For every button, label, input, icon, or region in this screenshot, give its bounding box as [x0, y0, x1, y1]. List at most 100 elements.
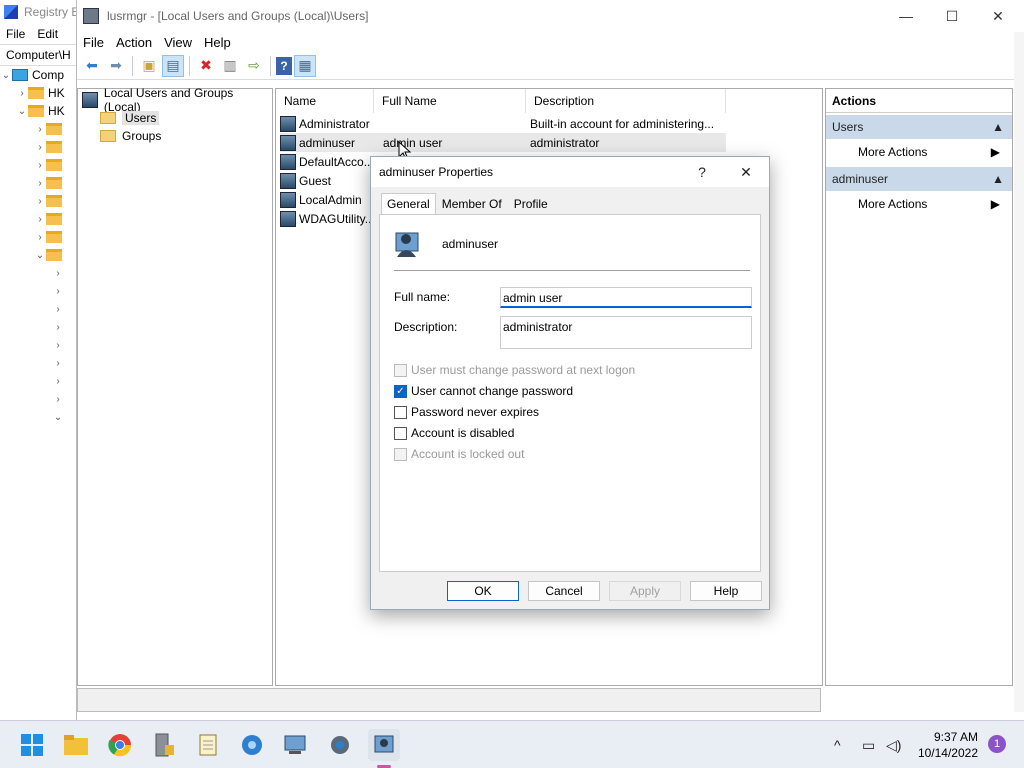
- help-icon[interactable]: ?: [276, 56, 292, 75]
- password-never-expires-checkbox[interactable]: Password never expires: [394, 404, 539, 420]
- registry-tree-hk1[interactable]: › HK: [0, 84, 80, 102]
- chevron-right-icon[interactable]: ›: [34, 142, 46, 153]
- tree-root[interactable]: Local Users and Groups (Local): [78, 86, 272, 114]
- chevron-right-icon[interactable]: ›: [16, 88, 28, 99]
- vertical-scrollbar[interactable]: [1014, 32, 1024, 712]
- chevron-right-icon[interactable]: ›: [52, 268, 64, 279]
- table-row[interactable]: Administrator Built-in account for admin…: [280, 114, 726, 133]
- registry-tree-subkey[interactable]: ›: [0, 120, 80, 138]
- chevron-down-icon[interactable]: ⌄: [0, 70, 12, 81]
- chevron-right-icon[interactable]: ›: [52, 286, 64, 297]
- registry-title-bar[interactable]: Registry E: [0, 0, 80, 24]
- registry-tree-subkey[interactable]: ›: [0, 336, 80, 354]
- cannot-change-password-checkbox[interactable]: ✓ User cannot change password: [394, 383, 573, 399]
- registry-tree-subkey[interactable]: ›: [0, 174, 80, 192]
- registry-tree-computer[interactable]: ⌄ Comp: [0, 66, 80, 84]
- tree-item-groups[interactable]: Groups: [78, 127, 272, 145]
- registry-menu-file[interactable]: File: [6, 27, 25, 41]
- forward-icon[interactable]: ➡: [105, 55, 127, 77]
- full-name-field[interactable]: admin user: [500, 287, 752, 308]
- registry-tree-subkey[interactable]: ›: [0, 138, 80, 156]
- collapse-icon[interactable]: ▲: [992, 120, 1004, 134]
- registry-tree-subkey[interactable]: ›: [0, 210, 80, 228]
- chevron-up-icon[interactable]: ^: [834, 735, 841, 755]
- chrome-icon[interactable]: [104, 729, 136, 761]
- help-button[interactable]: Help: [690, 581, 762, 601]
- chevron-right-icon[interactable]: ›: [52, 394, 64, 405]
- chevron-down-icon[interactable]: ⌄: [34, 250, 46, 261]
- delete-icon[interactable]: ✖: [195, 55, 217, 77]
- menu-view[interactable]: View: [158, 35, 198, 50]
- registry-tree-subkey[interactable]: ⌄: [0, 408, 80, 426]
- window-title-bar[interactable]: lusrmgr - [Local Users and Groups (Local…: [77, 0, 1024, 32]
- column-header-description[interactable]: Description: [526, 89, 726, 113]
- network-status-icon[interactable]: ▭: [862, 735, 875, 755]
- dialog-help-icon[interactable]: ?: [687, 161, 717, 183]
- action-pane-icon[interactable]: ▦: [294, 54, 316, 77]
- file-explorer-icon[interactable]: [60, 729, 92, 761]
- registry-tree-subkey[interactable]: ›: [0, 300, 80, 318]
- chevron-down-icon[interactable]: ⌄: [16, 106, 28, 117]
- computer-management-icon[interactable]: [280, 729, 312, 761]
- close-icon[interactable]: ✕: [975, 0, 1021, 32]
- tab-general[interactable]: General: [381, 193, 436, 215]
- network-icon[interactable]: [236, 729, 268, 761]
- ok-button[interactable]: OK: [447, 581, 519, 601]
- chevron-down-icon[interactable]: ⌄: [52, 412, 64, 423]
- table-row[interactable]: adminuser admin user administrator: [280, 133, 726, 152]
- actions-section-users[interactable]: Users ▲: [826, 115, 1012, 139]
- minimize-icon[interactable]: —: [883, 0, 929, 32]
- registry-tree-subkey[interactable]: ›: [0, 282, 80, 300]
- start-icon[interactable]: [16, 729, 48, 761]
- apply-button[interactable]: Apply: [609, 581, 681, 601]
- account-locked-out-checkbox[interactable]: Account is locked out: [394, 446, 524, 462]
- notification-badge[interactable]: 1: [988, 735, 1006, 753]
- chevron-right-icon[interactable]: ›: [34, 196, 46, 207]
- registry-tree-subkey[interactable]: ›: [0, 264, 80, 282]
- chevron-right-icon[interactable]: ›: [34, 232, 46, 243]
- cancel-button[interactable]: Cancel: [528, 581, 600, 601]
- more-actions-adminuser[interactable]: More Actions ▶: [826, 191, 1012, 217]
- chevron-right-icon[interactable]: ›: [34, 178, 46, 189]
- chevron-right-icon[interactable]: ›: [52, 358, 64, 369]
- chevron-right-icon[interactable]: ›: [34, 160, 46, 171]
- registry-tree-subkey[interactable]: ⌄: [0, 246, 80, 264]
- registry-tree-subkey[interactable]: ›: [0, 390, 80, 408]
- registry-tree-subkey[interactable]: ›: [0, 192, 80, 210]
- registry-tree-subkey[interactable]: ›: [0, 354, 80, 372]
- registry-address-bar[interactable]: Computer\H: [0, 44, 80, 66]
- column-header-full-name[interactable]: Full Name: [374, 89, 526, 113]
- menu-file[interactable]: File: [77, 35, 110, 50]
- up-folder-icon[interactable]: ▣: [138, 55, 160, 77]
- description-field[interactable]: administrator: [500, 316, 752, 349]
- actions-section-adminuser[interactable]: adminuser ▲: [826, 167, 1012, 191]
- back-icon[interactable]: ⬅: [81, 55, 103, 77]
- registry-menu-edit[interactable]: Edit: [37, 27, 58, 41]
- menu-action[interactable]: Action: [110, 35, 158, 50]
- show-tree-icon[interactable]: ▤: [162, 54, 184, 77]
- export-icon[interactable]: ⇨: [243, 55, 265, 77]
- chevron-right-icon[interactable]: ›: [52, 376, 64, 387]
- chevron-right-icon[interactable]: ›: [34, 214, 46, 225]
- dialog-close-icon[interactable]: ✕: [731, 161, 761, 183]
- server-manager-icon[interactable]: [148, 729, 180, 761]
- chevron-right-icon[interactable]: ›: [52, 322, 64, 333]
- chevron-right-icon[interactable]: ›: [34, 124, 46, 135]
- maximize-icon[interactable]: ☐: [929, 0, 975, 32]
- menu-help[interactable]: Help: [198, 35, 237, 50]
- must-change-password-checkbox[interactable]: User must change password at next logon: [394, 362, 635, 378]
- chevron-right-icon[interactable]: ›: [52, 304, 64, 315]
- registry-tree-subkey[interactable]: ›: [0, 156, 80, 174]
- tab-profile[interactable]: Profile: [508, 193, 554, 215]
- volume-icon[interactable]: ◁): [886, 735, 901, 755]
- chevron-right-icon[interactable]: ›: [52, 340, 64, 351]
- lusrmgr-icon[interactable]: [368, 729, 400, 761]
- settings-icon[interactable]: [324, 729, 356, 761]
- more-actions-users[interactable]: More Actions ▶: [826, 139, 1012, 165]
- column-header-name[interactable]: Name: [276, 89, 374, 113]
- registry-tree-subkey[interactable]: ›: [0, 228, 80, 246]
- notepad-icon[interactable]: [192, 729, 224, 761]
- collapse-icon[interactable]: ▲: [992, 172, 1004, 186]
- account-disabled-checkbox[interactable]: Account is disabled: [394, 425, 514, 441]
- registry-tree-subkey[interactable]: ›: [0, 372, 80, 390]
